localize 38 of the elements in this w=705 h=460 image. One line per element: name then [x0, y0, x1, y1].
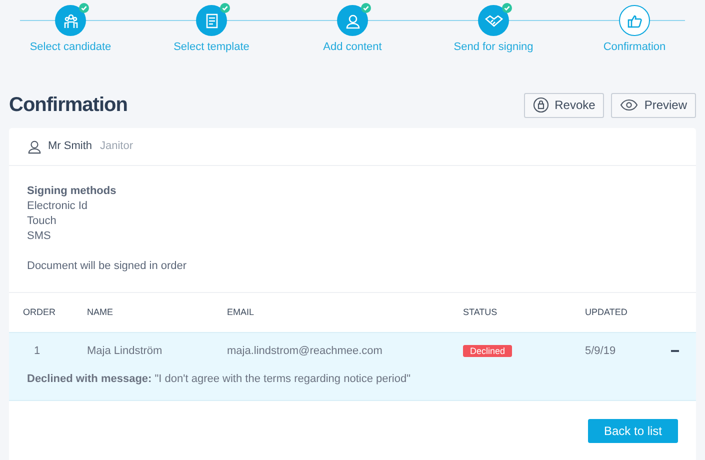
signing-method: SMS [27, 229, 51, 244]
people-icon [62, 12, 78, 28]
person-icon [27, 139, 42, 154]
step-label: Send for signing [454, 40, 534, 55]
handshake-icon [484, 12, 502, 28]
signing-note: Document will be signed in order [27, 259, 187, 274]
revoke-button[interactable]: Revoke [524, 92, 604, 118]
column-header: NAME [87, 306, 114, 319]
step-label: Add content [323, 40, 382, 55]
document-icon [204, 12, 220, 28]
table-cell-text: 5/9/19 [585, 344, 617, 359]
signing-method: Electronic Id [27, 199, 88, 214]
column-header: UPDATED [585, 306, 628, 319]
check-badge-icon [361, 3, 371, 13]
column-header: EMAIL [227, 306, 256, 319]
table-cell-text: Maja Lindström [87, 344, 164, 359]
check-badge-icon [502, 3, 512, 13]
column-header: ORDER [22, 306, 57, 319]
check-badge-icon [79, 3, 89, 13]
decline-message: Declined with message: "I don't agree with the terms regarding notice period" [27, 373, 410, 385]
person-icon [344, 12, 360, 28]
step-label: Confirmation [603, 40, 666, 55]
section-heading: Signing methods [27, 184, 118, 199]
page-title: Confirmation [9, 93, 128, 118]
check-badge-icon [220, 3, 230, 13]
preview-button[interactable]: Preview [611, 92, 696, 118]
step-label: Select template [174, 40, 250, 55]
table-cell-text: 1 [33, 344, 42, 359]
candidate-role: Janitor [100, 139, 134, 154]
table-cell-text: maja.lindstrom@reachmee.com [227, 344, 384, 359]
lock-icon [532, 97, 549, 113]
thumbs-up-icon [626, 12, 642, 28]
column-header: STATUS [463, 306, 498, 319]
status-badge: Declined [463, 344, 512, 357]
eye-icon [620, 99, 638, 111]
candidate-name: Mr Smith [48, 139, 92, 154]
step-label: Select candidate [30, 40, 112, 55]
signing-method: Touch [27, 214, 56, 229]
